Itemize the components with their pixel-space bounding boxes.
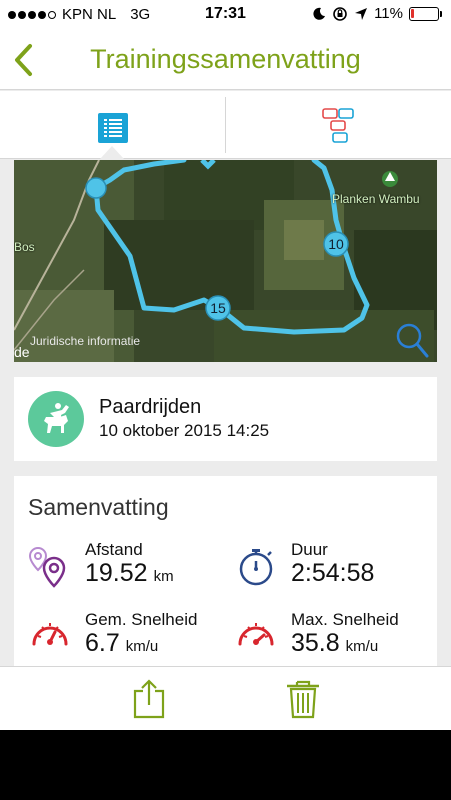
stat-number: 35.8 [291,629,340,657]
bottom-toolbar [0,666,451,730]
summary-title: Samenvatting [28,494,169,520]
stat-label: Gem. Snelheid [85,610,198,629]
battery-fill [411,8,414,18]
map-place-label: Planken Wambu [332,192,420,206]
stat-distance: Afstand 19.52 km [28,540,228,600]
horse-riding-icon [28,391,84,447]
battery-icon [409,6,442,21]
stat-avg-speed: Gem. Snelheid 6.7 km/u [28,610,228,670]
stat-value: 2:54:58 [291,559,380,588]
stat-duration: Duur 2:54:58 [234,540,434,600]
route-start-marker [85,177,107,199]
activity-name: Paardrijden [99,396,202,418]
tab-comments[interactable] [226,91,451,159]
tree-icon [382,171,398,187]
map-satellite-view: 10 15 [14,160,437,362]
stat-unit: km [153,568,174,585]
speedometer-icon [238,623,274,646]
stat-number: 2:54:58 [291,559,375,587]
stat-label: Afstand [85,540,143,559]
share-icon[interactable] [129,677,169,721]
location-pins-icon [28,546,66,588]
route-map[interactable]: 10 15 Bos Planken Wambu de Juridische in… [14,160,437,362]
stat-label: Max. Snelheid [291,610,399,629]
selected-tab-indicator [100,146,124,159]
activity-date: 10 oktober 2015 14:25 [99,421,270,440]
speedometer-icon [32,623,68,646]
stat-value: 19.52 km [85,559,174,588]
app-screen: KPN NL 3G 17:31 11% Trainingssamenvattin… [0,0,451,730]
stat-unit: km/u [125,638,159,655]
stat-max-speed: Max. Snelheid 35.8 km/u [234,610,434,670]
stat-unit: km/u [345,638,379,655]
legal-info-link[interactable]: Juridische informatie [30,334,140,348]
chat-bubbles-icon [322,108,354,143]
route-marker-15-label: 15 [210,300,226,316]
status-right: 11% [312,5,442,22]
battery-percent: 11% [374,5,403,22]
location-arrow-icon [355,7,368,20]
stopwatch-icon [239,549,273,586]
page-title: Trainingssamenvatting [90,44,361,74]
map-edge-label: de [14,344,30,360]
route-marker-10-label: 10 [328,236,344,252]
stat-value: 35.8 km/u [291,629,378,658]
activity-card: Paardrijden 10 oktober 2015 14:25 [14,377,437,461]
stat-number: 19.52 [85,559,148,587]
list-icon [98,113,128,143]
view-tabs [0,91,451,159]
stat-value: 6.7 km/u [85,629,158,658]
moon-icon [313,7,326,20]
stat-number: 6.7 [85,629,120,657]
stat-label: Duur [291,540,328,559]
summary-card: Samenvatting Afstand 19.52 km Duur 2:54:5… [14,476,437,676]
trash-icon[interactable] [283,677,323,721]
nav-header: Trainingssamenvatting [0,30,451,90]
status-bar: KPN NL 3G 17:31 11% [0,0,451,30]
rotation-lock-icon [333,6,347,21]
map-place-label: Bos [14,240,35,254]
